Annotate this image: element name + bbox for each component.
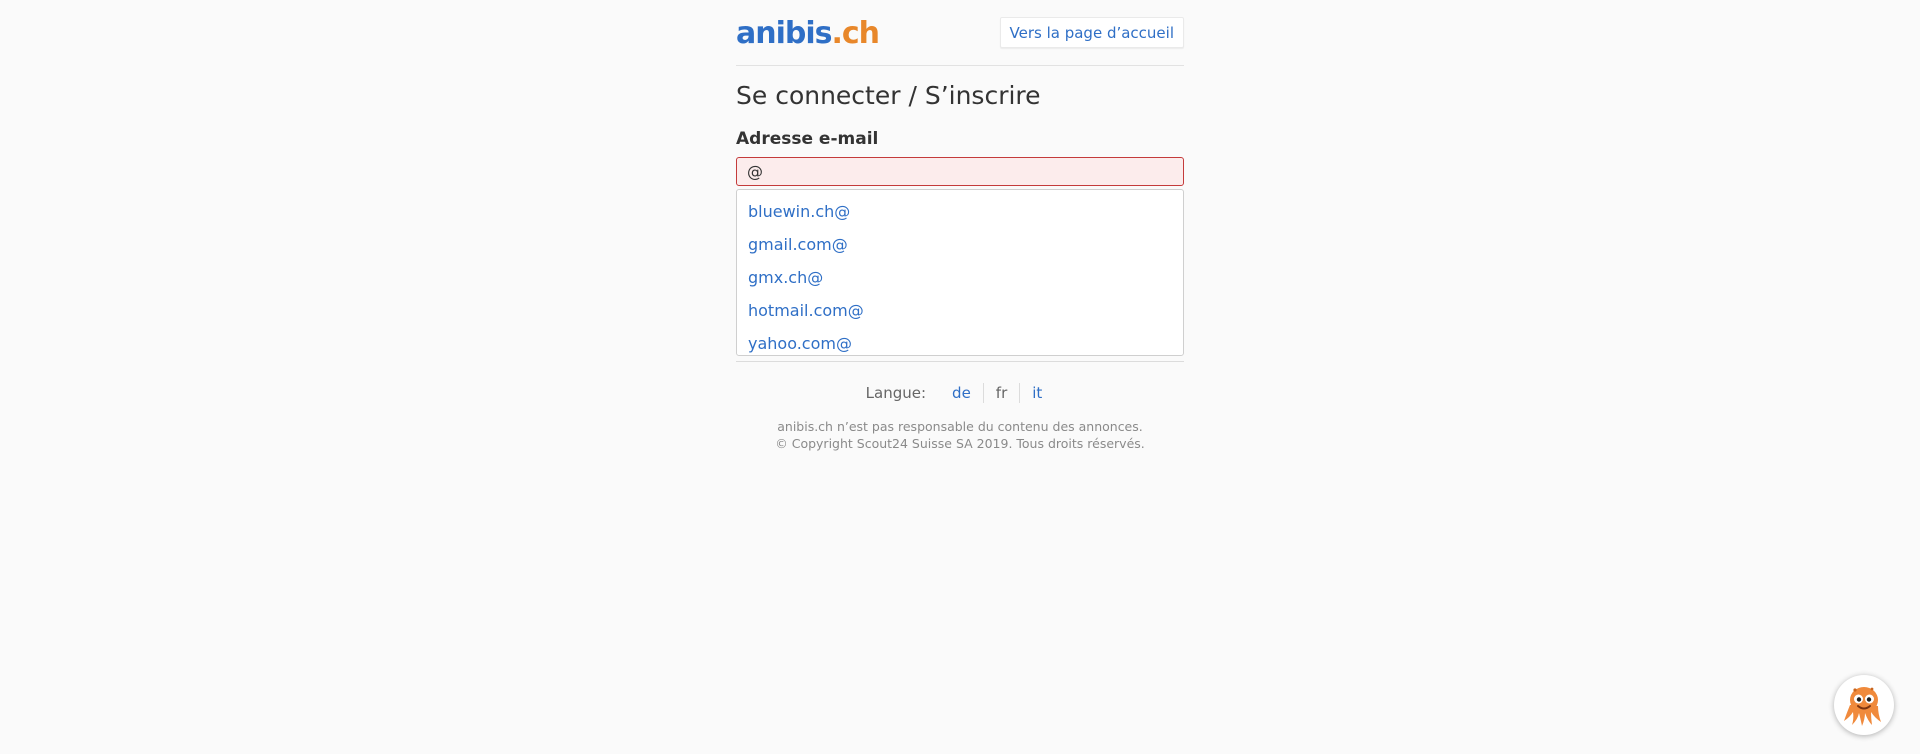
logo-text-tld: .ch — [831, 16, 881, 51]
anibis-logo[interactable]: anibis.ch — [736, 16, 881, 52]
footer-disclaimer: anibis.ch n’est pas responsable du conte… — [777, 419, 1143, 434]
suggestion-gmail[interactable]: gmail.com@ — [737, 228, 1183, 261]
suggestion-yahoo[interactable]: yahoo.com@ — [737, 327, 1183, 360]
footer-copyright: © Copyright Scout24 Suisse SA 2019. Tous… — [775, 436, 1145, 451]
language-switcher: Langue: de fr it — [736, 383, 1184, 403]
email-label: Adresse e-mail — [736, 129, 879, 149]
language-fr: fr — [982, 383, 1019, 403]
language-de[interactable]: de — [940, 383, 983, 403]
footer: anibis.ch n’est pas responsable du conte… — [736, 418, 1184, 452]
divider — [736, 361, 1184, 362]
logo-text-main: anibis — [736, 16, 832, 51]
header: anibis.ch Vers la page d’accueil — [736, 0, 1184, 66]
login-page: anibis.ch Vers la page d’accueil Se conn… — [736, 0, 1184, 451]
language-it[interactable]: it — [1019, 383, 1054, 403]
suggestion-bluewin[interactable]: bluewin.ch@ — [737, 195, 1183, 228]
email-field[interactable] — [736, 157, 1184, 186]
home-page-link[interactable]: Vers la page d’accueil — [999, 17, 1184, 48]
suggestion-gmx[interactable]: gmx.ch@ — [737, 261, 1183, 294]
octopus-mascot-icon[interactable] — [1834, 675, 1894, 735]
octopus-icon — [1844, 687, 1881, 726]
email-suggestions-dropdown: bluewin.ch@ gmail.com@ gmx.ch@ hotmail.c… — [736, 189, 1184, 356]
language-label: Langue: — [865, 384, 927, 402]
suggestion-hotmail[interactable]: hotmail.com@ — [737, 294, 1183, 327]
page-title: Se connecter / S’inscrire — [736, 81, 1041, 110]
